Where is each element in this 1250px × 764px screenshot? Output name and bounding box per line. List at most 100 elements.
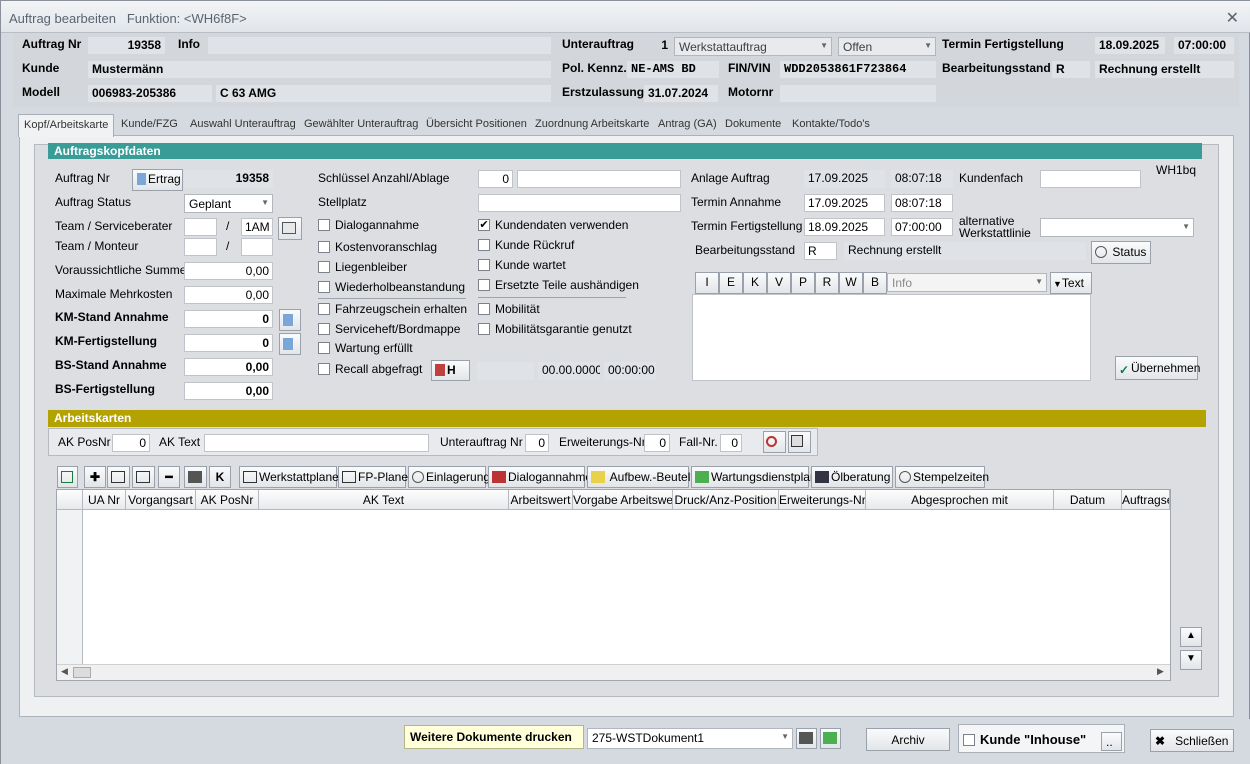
print-button[interactable] <box>184 466 207 488</box>
ak-posnr-input[interactable]: 0 <box>112 434 150 452</box>
text-tool-k[interactable]: K <box>743 272 767 294</box>
km-fert-button[interactable] <box>279 333 301 355</box>
recall-h-button[interactable]: H <box>431 360 470 381</box>
tab-uebersicht-positionen[interactable]: Übersicht Positionen <box>421 114 532 136</box>
termin-ann-date[interactable]: 17.09.2025 <box>804 194 885 212</box>
checkbox-dialogannahme[interactable] <box>318 219 330 231</box>
status-select[interactable]: Offen ▼ <box>838 37 936 56</box>
km-ann-button[interactable] <box>279 309 301 331</box>
text-tool-i[interactable]: I <box>695 272 719 294</box>
uebernehmen-button[interactable]: ✓ Übernehmen <box>1115 356 1200 380</box>
text-tool-r[interactable]: R <box>815 272 839 294</box>
dialogannahme-button[interactable]: Dialogannahme <box>488 466 592 488</box>
column-header[interactable]: Vorgabe Arbeitswert <box>573 490 673 510</box>
kundenfach-input[interactable] <box>1040 170 1141 188</box>
tab-auswahl-unterauftrag[interactable]: Auswahl Unterauftrag <box>185 114 301 136</box>
inhouse-checkbox[interactable] <box>963 734 975 746</box>
team-monteur-team[interactable] <box>184 238 217 256</box>
text-tool-v[interactable]: V <box>767 272 791 294</box>
column-header[interactable]: AK Text <box>259 490 509 510</box>
column-header[interactable]: Arbeitswert <box>509 490 573 510</box>
search-button[interactable] <box>763 431 786 453</box>
tab-antrag-ga[interactable]: Antrag (GA) <box>653 114 722 136</box>
wartungsdienstplan-button[interactable]: Wartungsdienstplan <box>691 466 817 488</box>
checkbox-recall[interactable] <box>318 363 330 375</box>
refresh-button[interactable] <box>57 466 78 488</box>
close-icon[interactable]: ✕ <box>1226 8 1239 28</box>
tab-zuordnung-arbeitskarte[interactable]: Zuordnung Arbeitskarte <box>530 114 654 136</box>
tree-button[interactable] <box>132 466 155 488</box>
dokument-select[interactable]: 275-WSTDokument1 ▼ <box>587 728 793 749</box>
checkbox-wiederholbeanstandung[interactable] <box>318 281 330 293</box>
checkbox-kunde-wartet[interactable] <box>478 259 490 271</box>
column-header[interactable]: Auftragse <box>1122 490 1170 510</box>
aufbew-beutel-button[interactable]: Aufbew.-Beutel <box>587 466 690 488</box>
einlagerung-button[interactable]: Einlagerung <box>408 466 490 488</box>
info-textarea[interactable] <box>692 294 1091 381</box>
column-header[interactable]: Datum <box>1054 490 1122 510</box>
schluessel-ablage[interactable] <box>517 170 681 188</box>
checkbox-ersetzte-teile[interactable] <box>478 279 490 291</box>
column-header[interactable]: Druck/Anz-Position <box>673 490 779 510</box>
print-document-button[interactable] <box>796 728 817 749</box>
team-monteur-name[interactable] <box>241 238 273 256</box>
checkbox-mobilitaet[interactable] <box>478 303 490 315</box>
werkstattplaner-button[interactable]: Werkstattplaner <box>239 466 343 488</box>
k-button[interactable]: K <box>209 466 231 488</box>
column-header[interactable]: Vorgangsart <box>126 490 196 510</box>
auftrag-status-select[interactable]: Geplant ▼ <box>184 194 273 213</box>
copy-button[interactable] <box>107 466 130 488</box>
unterauftrag-type-select[interactable]: Werkstattauftrag ▼ <box>674 37 832 56</box>
horizontal-scrollbar[interactable]: ◀ ▶ <box>57 664 1170 680</box>
alt-linie-select[interactable]: ▼ <box>1040 218 1194 237</box>
checkbox-kundendaten[interactable]: ✔ <box>478 219 490 231</box>
clear-filter-button[interactable] <box>788 431 811 453</box>
scroll-right-icon[interactable]: ▶ <box>1157 666 1164 677</box>
arbeitskarten-table[interactable]: UA Nr Vorgangsart AK PosNr AK Text Arbei… <box>56 489 1171 681</box>
kopf-bearb-code[interactable]: R <box>804 242 837 260</box>
termin-fert-time[interactable]: 07:00:00 <box>891 218 953 236</box>
checkbox-kostenvoranschlag[interactable] <box>318 241 330 253</box>
tab-kunde-fzg[interactable]: Kunde/FZG <box>116 114 183 136</box>
inhouse-more-button[interactable]: .. <box>1101 732 1122 751</box>
oelberatung-button[interactable]: Ölberatung <box>811 466 893 488</box>
text-tool-p[interactable]: P <box>791 272 815 294</box>
checkbox-serviceheft[interactable] <box>318 323 330 335</box>
checkbox-fahrzeugschein[interactable] <box>318 303 330 315</box>
max-mehr-input[interactable]: 0,00 <box>184 286 273 304</box>
bs-fert-input[interactable]: 0,00 <box>184 382 273 400</box>
schliessen-button[interactable]: ✖ Schließen <box>1150 729 1234 752</box>
schluessel-anzahl[interactable]: 0 <box>478 170 513 188</box>
checkbox-mobilitaetsgarantie[interactable] <box>478 323 490 335</box>
column-header[interactable]: Erweiterungs-Nr <box>779 490 866 510</box>
team-service-berater[interactable]: 1AM <box>241 218 273 236</box>
preview-document-button[interactable] <box>820 728 841 749</box>
termin-ann-time[interactable]: 08:07:18 <box>891 194 953 212</box>
team-service-team[interactable] <box>184 218 217 236</box>
column-header[interactable]: UA Nr <box>83 490 126 510</box>
info-select[interactable]: Info ▼ <box>887 273 1047 292</box>
column-header[interactable]: Abgesprochen mit <box>866 490 1054 510</box>
column-header[interactable]: AK PosNr <box>196 490 259 510</box>
vor-summe-input[interactable]: 0,00 <box>184 262 273 280</box>
tab-dokumente[interactable]: Dokumente <box>720 114 786 136</box>
remove-button[interactable]: ━ <box>158 466 180 488</box>
move-down-button[interactable]: ▼ <box>1180 650 1202 670</box>
bs-ann-input[interactable]: 0,00 <box>184 358 273 376</box>
checkbox-liegenbleiber[interactable] <box>318 261 330 273</box>
tab-gewaehlter-unterauftrag[interactable]: Gewählter Unterauftrag <box>299 114 423 136</box>
move-up-button[interactable]: ▲ <box>1180 627 1202 647</box>
km-ann-input[interactable]: 0 <box>184 310 273 328</box>
scroll-thumb[interactable] <box>73 667 91 678</box>
text-tool-w[interactable]: W <box>839 272 863 294</box>
car-lookup-button[interactable] <box>278 217 302 240</box>
stellplatz-input[interactable] <box>478 194 681 212</box>
text-tool-b[interactable]: B <box>863 272 887 294</box>
archiv-button[interactable]: Archiv <box>866 728 950 751</box>
termin-fert-date[interactable]: 18.09.2025 <box>804 218 885 236</box>
fp-planer-button[interactable]: FP-Planer <box>338 466 412 488</box>
tab-kopf-arbeitskarte[interactable]: Kopf/Arbeitskarte <box>18 114 115 137</box>
text-tool-e[interactable]: E <box>719 272 743 294</box>
ak-text-input[interactable] <box>204 434 429 452</box>
tab-kontakte-todos[interactable]: Kontakte/Todo's <box>787 114 875 136</box>
